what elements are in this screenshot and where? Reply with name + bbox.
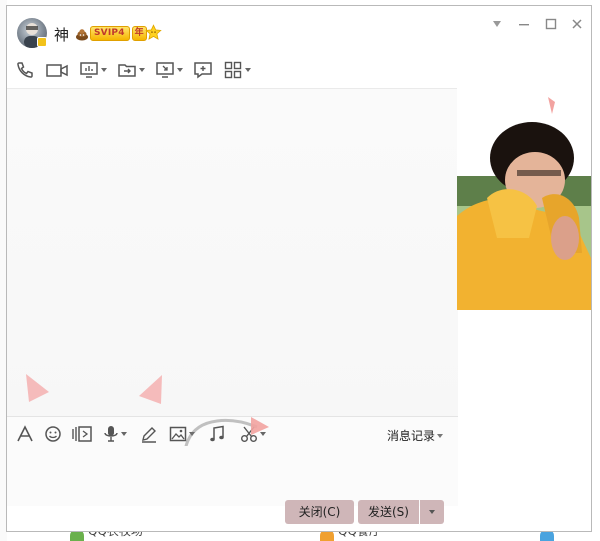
voice-call-button[interactable] bbox=[15, 60, 35, 80]
handwriting-button[interactable] bbox=[140, 425, 158, 443]
maximize-icon bbox=[545, 18, 557, 30]
contact-show-photo bbox=[457, 88, 591, 310]
online-status-badge bbox=[37, 37, 47, 47]
shake-window-icon bbox=[72, 426, 92, 442]
pen-icon bbox=[142, 427, 156, 443]
grid-apps-icon bbox=[224, 61, 242, 79]
message-history-area[interactable] bbox=[7, 88, 458, 417]
top-toolbar bbox=[15, 59, 261, 81]
star-icon[interactable] bbox=[145, 24, 162, 41]
cat-ear-left-decoration bbox=[26, 374, 49, 402]
chevron-down-icon bbox=[245, 68, 251, 72]
svip-level-label: SVIP4 bbox=[90, 26, 130, 41]
font-a-icon bbox=[17, 425, 33, 442]
dropdown-menu-button[interactable] bbox=[489, 16, 505, 32]
minimize-icon bbox=[519, 24, 529, 26]
video-camera-icon bbox=[46, 64, 68, 77]
chevron-down-icon bbox=[139, 68, 145, 72]
title-bar[interactable]: 神 SVIP4 年 bbox=[7, 6, 591, 56]
triangle-down-icon bbox=[493, 21, 501, 27]
chat-add-icon bbox=[194, 62, 212, 79]
chevron-down-icon bbox=[429, 510, 435, 514]
close-button[interactable]: 关闭(C) bbox=[285, 500, 354, 524]
font-button[interactable] bbox=[16, 425, 34, 443]
emoji-button[interactable] bbox=[44, 425, 62, 443]
folder-transfer-icon bbox=[118, 64, 136, 77]
contact-name[interactable]: 神 bbox=[54, 24, 69, 45]
create-discussion-button[interactable] bbox=[193, 60, 213, 80]
svip-badge[interactable]: SVIP4 年 bbox=[75, 25, 147, 42]
apps-button[interactable] bbox=[223, 60, 251, 80]
close-window-button[interactable] bbox=[569, 16, 585, 32]
input-toolbar: 消息记录 bbox=[7, 416, 458, 474]
send-options-button[interactable] bbox=[420, 500, 444, 524]
cat-ear-right-decoration bbox=[139, 375, 162, 404]
remote-demo-button[interactable] bbox=[79, 60, 107, 80]
background-right-edge bbox=[592, 0, 600, 541]
chevron-down-icon bbox=[177, 68, 183, 72]
shake-window-button[interactable] bbox=[71, 425, 93, 443]
chat-window: 神 SVIP4 年 消息记录 关闭(C) 发送(S) bbox=[6, 5, 592, 532]
close-icon bbox=[572, 19, 582, 29]
smiley-icon bbox=[45, 426, 61, 442]
chevron-down-icon bbox=[437, 433, 444, 438]
minimize-button[interactable] bbox=[516, 16, 532, 32]
phone-icon bbox=[17, 62, 33, 78]
remote-desktop-button[interactable] bbox=[155, 60, 183, 80]
message-input[interactable] bbox=[7, 446, 458, 506]
video-call-button[interactable] bbox=[45, 60, 69, 80]
contact-photo bbox=[457, 88, 591, 310]
chevron-down-icon bbox=[121, 432, 127, 436]
monitor-icon bbox=[156, 62, 174, 78]
send-button[interactable]: 发送(S) bbox=[358, 500, 419, 524]
microphone-icon bbox=[104, 426, 118, 442]
message-history-link[interactable]: 消息记录 bbox=[387, 427, 444, 444]
message-history-label: 消息记录 bbox=[387, 429, 436, 443]
voice-message-button[interactable] bbox=[103, 425, 127, 443]
presentation-icon bbox=[80, 62, 98, 78]
send-file-button[interactable] bbox=[117, 60, 145, 80]
maximize-button[interactable] bbox=[543, 16, 559, 32]
chevron-down-icon bbox=[101, 68, 107, 72]
crown-icon bbox=[76, 28, 88, 40]
